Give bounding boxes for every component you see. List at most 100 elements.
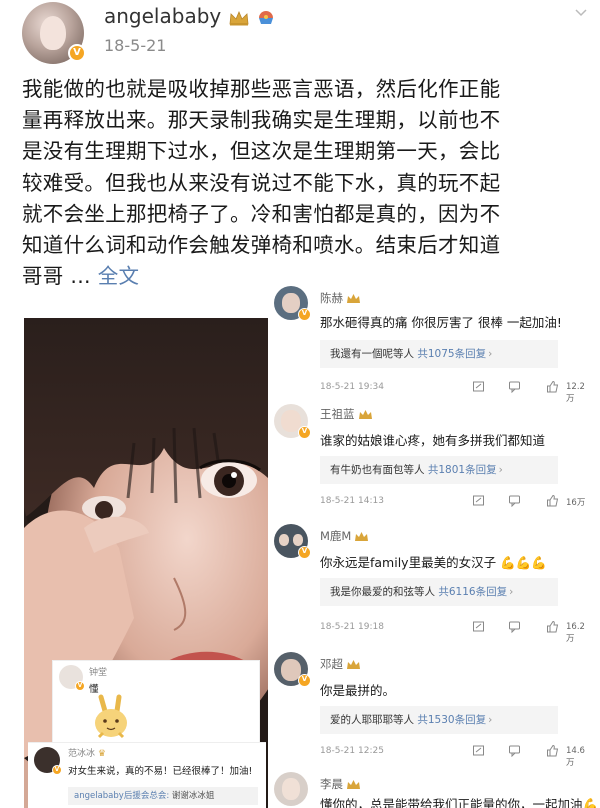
reply-prefix: 爱的人耶耶耶等人 bbox=[330, 714, 414, 726]
reply-count[interactable]: 共1801条回复 bbox=[428, 464, 497, 476]
post-line-truncated: 哥哥 ... bbox=[22, 264, 91, 289]
verified-badge-icon: V bbox=[298, 308, 311, 321]
comment-author-name[interactable]: 李晨 bbox=[320, 777, 343, 791]
mini-avatar: V bbox=[59, 665, 85, 691]
verified-badge-icon: V bbox=[75, 681, 85, 691]
crown-icon bbox=[347, 660, 360, 669]
chevron-right-icon: › bbox=[509, 586, 514, 598]
crown-icon bbox=[358, 410, 372, 419]
comment-author-name[interactable]: 邓超 bbox=[320, 657, 343, 671]
comment-author-name[interactable]: 陈赫 bbox=[320, 291, 343, 305]
comment-author-name[interactable]: M鹿M bbox=[320, 529, 351, 543]
comments-panel: V 陈赫 那水砸得真的痛 你很厉害了 很棒 一起加油! 我還有一個呢等人 共10… bbox=[270, 278, 600, 808]
author-name[interactable]: angelababy bbox=[104, 4, 221, 28]
comment-replies-link[interactable]: 我是你最爱的和弦等人 共6116条回复 › bbox=[320, 578, 558, 606]
comment-author[interactable]: 陈赫 bbox=[320, 290, 361, 306]
crown-icon bbox=[347, 780, 360, 789]
thumb-up-icon[interactable] bbox=[546, 494, 559, 507]
mini-comment-name: 范冰冰 ♛ bbox=[68, 746, 106, 759]
share-icon[interactable] bbox=[472, 620, 485, 633]
share-icon[interactable] bbox=[472, 744, 485, 757]
share-icon[interactable] bbox=[472, 494, 485, 507]
chevron-down-icon[interactable] bbox=[574, 6, 588, 20]
muscle-emoji-icon: 💪💪💪 bbox=[500, 555, 547, 570]
comment-replies-link[interactable]: 有牛奶也有面包等人 共1801条回复 › bbox=[320, 456, 558, 484]
comment-avatar[interactable]: V bbox=[274, 404, 311, 439]
crown-icon: ♛ bbox=[97, 749, 106, 759]
reply-count[interactable]: 共1075条回复 bbox=[417, 348, 486, 360]
reply-prefix: 我還有一個呢等人 bbox=[330, 348, 414, 360]
comment-author[interactable]: 邓超 bbox=[320, 656, 361, 672]
comment-replies-link[interactable]: 我還有一個呢等人 共1075条回复 › bbox=[320, 340, 558, 368]
post-line: 量再释放出来。那天录制我确实是生理期，以前也不 bbox=[22, 108, 501, 133]
reply-count[interactable]: 共6116条回复 bbox=[438, 586, 507, 598]
mini-reply-name[interactable]: angelababy后援会总会: bbox=[74, 791, 169, 801]
mini-avatar: V bbox=[34, 747, 62, 775]
like-count: 16.2万 bbox=[566, 622, 585, 644]
comment-author[interactable]: 王祖蓝 bbox=[320, 406, 373, 422]
verified-badge-icon: V bbox=[298, 674, 311, 687]
author-avatar[interactable]: V bbox=[22, 2, 86, 64]
reply-count[interactable]: 共1530条回复 bbox=[417, 714, 486, 726]
reply-prefix: 有牛奶也有面包等人 bbox=[330, 464, 425, 476]
verified-badge-icon: V bbox=[52, 765, 62, 775]
comment-meta: 18-5-21 14:13 16万 bbox=[320, 494, 590, 508]
thumb-up-icon[interactable] bbox=[546, 744, 559, 757]
thumb-up-icon[interactable] bbox=[546, 380, 559, 393]
comment-time: 18-5-21 19:18 bbox=[320, 622, 384, 632]
avatar-face bbox=[282, 778, 300, 800]
thumb-up-icon[interactable] bbox=[546, 620, 559, 633]
comment-icon[interactable] bbox=[508, 620, 521, 633]
comment-text: 那水砸得真的痛 你很厉害了 很棒 一起加油! bbox=[320, 315, 562, 330]
avatar-face bbox=[282, 293, 300, 313]
post-line: 我能做的也就是吸收掉那些恶言恶语，然后化作正能 bbox=[22, 77, 501, 101]
comment-author-name[interactable]: 王祖蓝 bbox=[320, 407, 355, 421]
share-icon[interactable] bbox=[472, 380, 485, 393]
post-line: 是没有生理期下过水，但这次是生理期第一天，会比 bbox=[22, 139, 501, 164]
muscle-emoji-icon: 💪 bbox=[582, 797, 599, 808]
mini-comment-name: 钟堂 bbox=[89, 668, 108, 678]
crown-icon bbox=[347, 294, 360, 303]
comment-icon[interactable] bbox=[508, 494, 521, 507]
verified-badge-icon: V bbox=[68, 44, 86, 62]
comment-avatar[interactable]: V bbox=[274, 652, 311, 687]
post-text: 我能做的也就是吸收掉那些恶言恶语，然后化作正能 量再释放出来。那天录制我确实是生… bbox=[22, 74, 582, 292]
mini-comment-1[interactable]: V 钟堂 懂 bbox=[52, 660, 260, 744]
comment-text: 懂你的，总是能带给我们正能量的你，一起加油💪 bbox=[320, 794, 598, 808]
full-text-link[interactable]: 全文 bbox=[98, 264, 140, 288]
comment-replies-link[interactable]: 爱的人耶耶耶等人 共1530条回复 › bbox=[320, 706, 558, 734]
post-line: 知道什么词和动作会触发弹椅和喷水。结束后才知道 bbox=[22, 233, 501, 258]
comment-avatar[interactable]: V bbox=[274, 286, 311, 321]
comment-meta: 18-5-21 19:18 16.2万 bbox=[320, 620, 590, 644]
comment-icon[interactable] bbox=[508, 744, 521, 757]
like-count: 12.2万 bbox=[566, 382, 585, 404]
comment-time: 18-5-21 19:34 bbox=[320, 382, 384, 392]
post-date: 18-5-21 bbox=[104, 36, 167, 55]
post-line: 较难受。但我也从来没有说过不能下水，真的玩不起 bbox=[22, 170, 501, 195]
reply-prefix: 我是你最爱的和弦等人 bbox=[330, 586, 435, 598]
mini-comment-reply[interactable]: angelababy后援会总会: 谢谢冰冰姐 bbox=[68, 787, 258, 805]
chevron-right-icon: › bbox=[488, 714, 493, 726]
mini-comment-2[interactable]: V 范冰冰 ♛ 对女生来说，真的不易！已经很棒了！加油! angelababy后… bbox=[28, 742, 266, 808]
like-count: 16万 bbox=[566, 498, 586, 508]
mini-reply-text: 谢谢冰冰姐 bbox=[171, 791, 215, 801]
comment-author[interactable]: M鹿M bbox=[320, 528, 369, 544]
chevron-right-icon: › bbox=[488, 348, 493, 360]
avatar-face bbox=[40, 16, 66, 50]
verified-badge-icon: V bbox=[298, 426, 311, 439]
author-name-row[interactable]: angelababy bbox=[104, 4, 276, 28]
comment-meta: 18-5-21 19:34 12.2万 bbox=[320, 380, 590, 404]
chevron-right-icon: › bbox=[498, 464, 503, 476]
post-line: 就不会坐上那把椅子了。冷和害怕都是真的，因为不 bbox=[22, 201, 501, 226]
comment-icon[interactable] bbox=[508, 380, 521, 393]
comment-author[interactable]: 李晨 bbox=[320, 776, 361, 792]
avatar-face bbox=[293, 534, 303, 546]
hero-badge-icon bbox=[258, 10, 273, 24]
mini-comment-text: 对女生来说，真的不易！已经很棒了！加油! bbox=[68, 766, 253, 777]
comment-text: 你永远是family里最美的女汉子 💪💪💪 bbox=[320, 552, 547, 571]
comment-text-content: 你永远是family里最美的女汉子 bbox=[320, 555, 497, 570]
comment-meta: 18-5-21 12:25 14.6万 bbox=[320, 744, 590, 768]
comment-avatar[interactable]: V bbox=[274, 524, 311, 559]
crown-icon bbox=[355, 532, 369, 541]
comment-avatar[interactable] bbox=[274, 772, 308, 806]
